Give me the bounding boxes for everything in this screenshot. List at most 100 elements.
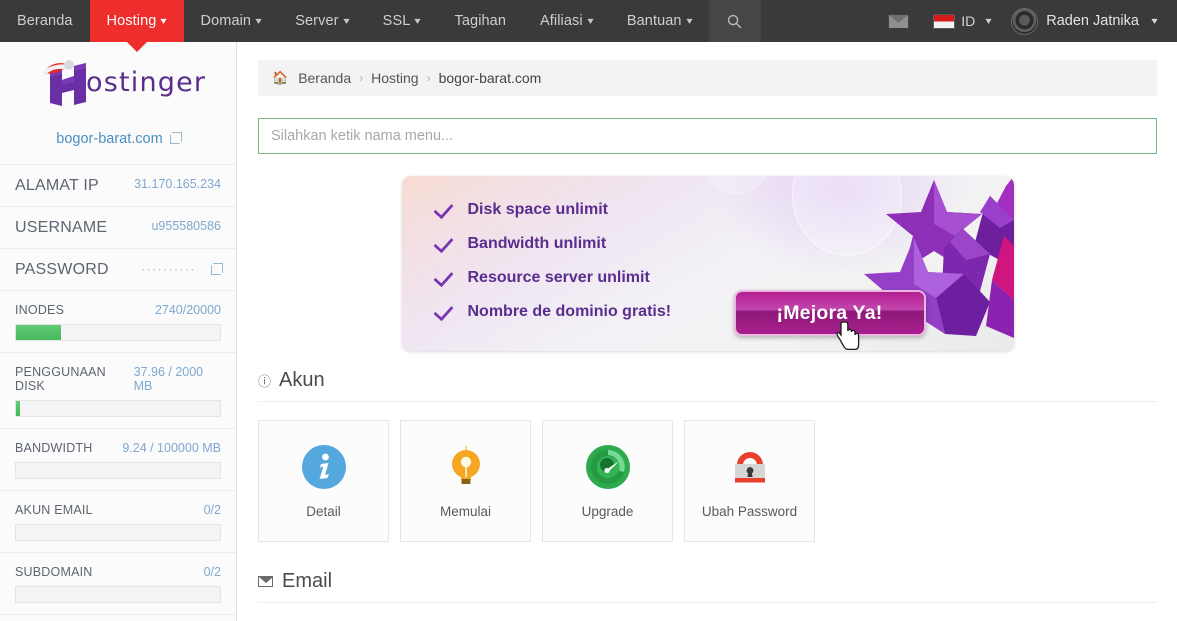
nav-item-afiliasi[interactable]: Afiliasi ▾: [523, 0, 610, 42]
avatar: [1011, 7, 1039, 35]
password-masked-value: ··········: [141, 264, 196, 276]
user-name-label: Raden Jatnika: [1046, 13, 1139, 29]
breadcrumb-separator: ›: [426, 71, 431, 85]
section-title-label: Akun: [279, 369, 325, 391]
usage-bar-fill: [16, 401, 21, 416]
chevron-down-icon: ▾: [1151, 15, 1158, 27]
card-memulai[interactable]: Memulai: [400, 420, 531, 542]
upgrade-cta-button[interactable]: ¡Mejora Ya!: [733, 290, 926, 336]
breadcrumb-separator: ›: [359, 71, 364, 85]
card-label: Memulai: [439, 503, 491, 519]
stat-value: 37.96 / 2000 MB: [133, 365, 204, 393]
stat-value: 31.170.165.234: [134, 177, 221, 191]
navbar-search-button[interactable]: [708, 0, 761, 42]
nav-item-label: Bantuan: [626, 13, 682, 29]
card-label: Upgrade: [581, 503, 634, 519]
stat-value: 0/2: [203, 565, 221, 579]
stat-label: AKUN EMAIL: [15, 503, 93, 517]
chevron-down-icon: ▾: [587, 15, 594, 27]
usage-bar: [15, 462, 221, 479]
site-domain-row: bogor-barat.com: [0, 116, 236, 165]
breadcrumb-item-beranda[interactable]: Beranda: [298, 70, 351, 86]
nav-item-bantuan[interactable]: Bantuan ▾: [610, 0, 709, 42]
navbar-right-tools: ID ▾ Raden Jatnika ▾: [874, 0, 1177, 42]
top-navbar: Beranda Hosting ▾ Domain ▾ Server ▾ SSL …: [0, 0, 1177, 52]
section-title-label: Email: [282, 570, 333, 592]
nav-item-beranda[interactable]: Beranda: [0, 0, 90, 42]
logo-wordmark: ostinger: [86, 67, 207, 98]
nav-item-label: Tagihan: [454, 13, 507, 29]
chevron-down-icon: ▾: [685, 15, 693, 27]
check-icon: [434, 200, 454, 220]
card-upgrade[interactable]: Upgrade: [542, 420, 673, 542]
email-section-title: Email: [258, 570, 1157, 603]
external-link-icon[interactable]: [211, 263, 223, 275]
info-circle-icon: ⓘ: [258, 374, 272, 389]
stat-label: PENGGUNAAN DISK: [15, 365, 106, 393]
banner-feature: Bandwidth unlimit: [434, 234, 672, 254]
hostinger-logo: ostinger: [34, 58, 205, 108]
promo-banner-wrap: Disk space unlimit Bandwidth unlimit Res…: [238, 176, 1177, 351]
chevron-down-icon: ▾: [160, 15, 168, 27]
chevron-down-icon: ▾: [414, 15, 422, 27]
card-label: Detail: [306, 503, 341, 519]
card-label: Ubah Password: [701, 503, 798, 519]
stat-label: ALAMAT IP: [15, 177, 99, 194]
navbar-menu: Beranda Hosting ▾ Domain ▾ Server ▾ SSL …: [0, 0, 761, 52]
chevron-down-icon: ▾: [342, 15, 350, 27]
stat-row-password: PASSWORD ··········: [0, 249, 236, 291]
decorative-bubble: [701, 176, 772, 194]
padlock-icon: [734, 451, 765, 482]
banner-feature-label: Nombre de dominio gratis!: [467, 303, 672, 320]
banner-feature-label: Disk space unlimit: [467, 201, 609, 218]
breadcrumb-item-hosting[interactable]: Hosting: [371, 70, 418, 86]
messages-button[interactable]: [874, 14, 923, 29]
nav-item-tagihan[interactable]: Tagihan: [438, 0, 524, 42]
account-cards: Detail Memulai Upgrade Ubah Password: [258, 420, 1157, 542]
stat-label: BANDWIDTH: [15, 441, 93, 455]
stat-value: 9.24 / 100000 MB: [122, 441, 221, 455]
check-icon: [434, 234, 454, 254]
lightbulb-icon: [451, 445, 480, 484]
usage-bar: [15, 586, 221, 603]
stat-value: u955580586: [151, 219, 221, 233]
card-detail[interactable]: Detail: [258, 420, 389, 542]
nav-item-server[interactable]: Server ▾: [278, 0, 365, 42]
card-ubah-password[interactable]: Ubah Password: [684, 420, 815, 542]
stat-label: USERNAME: [15, 219, 108, 236]
stat-row-inodes: INODES 2740/20000: [0, 291, 236, 353]
language-selector[interactable]: ID ▾: [923, 13, 1001, 29]
check-icon: [434, 302, 454, 322]
usage-bar: [15, 324, 221, 341]
site-domain-link[interactable]: bogor-barat.com: [56, 131, 162, 147]
breadcrumb-item-current: bogor-barat.com: [438, 70, 542, 86]
promo-banner[interactable]: Disk space unlimit Bandwidth unlimit Res…: [401, 176, 1014, 351]
banner-feature: Resource server unlimit: [434, 268, 672, 288]
stat-row-penggunaan-disk: PENGGUNAAN DISK 37.96 / 2000 MB: [0, 353, 236, 429]
envelope-icon: [889, 14, 909, 28]
main-content: 🏠 Beranda › Hosting › bogor-barat.com Si…: [238, 42, 1177, 621]
user-menu[interactable]: Raden Jatnika ▾: [1001, 7, 1163, 35]
brand-logo[interactable]: ostinger: [0, 42, 236, 116]
nav-item-ssl[interactable]: SSL ▾: [366, 0, 438, 42]
menu-search-box[interactable]: [258, 118, 1157, 154]
stat-label: SUBDOMAIN: [15, 565, 93, 579]
banner-feature-list: Disk space unlimit Bandwidth unlimit Res…: [434, 200, 672, 322]
info-icon: [301, 444, 346, 489]
nav-item-label: Server: [295, 13, 339, 29]
menu-search-input[interactable]: [271, 128, 1144, 144]
stat-row-akun-email: AKUN EMAIL 0/2: [0, 491, 236, 553]
banner-feature: Nombre de dominio gratis!: [434, 302, 672, 322]
envelope-icon: [258, 576, 273, 587]
banner-feature-label: Bandwidth unlimit: [467, 235, 607, 252]
nav-item-domain[interactable]: Domain ▾: [184, 0, 279, 42]
external-link-icon[interactable]: [169, 132, 182, 144]
stat-value: 0/2: [203, 503, 221, 517]
gauge-icon: [585, 444, 630, 489]
usage-bar: [15, 524, 221, 541]
stat-label: INODES: [15, 303, 65, 317]
flag-indonesia-icon: [933, 13, 956, 29]
nav-item-hosting[interactable]: Hosting ▾: [89, 0, 184, 52]
stat-value: 2740/20000: [154, 303, 221, 317]
account-section-title: ⓘ Akun: [258, 369, 1157, 402]
